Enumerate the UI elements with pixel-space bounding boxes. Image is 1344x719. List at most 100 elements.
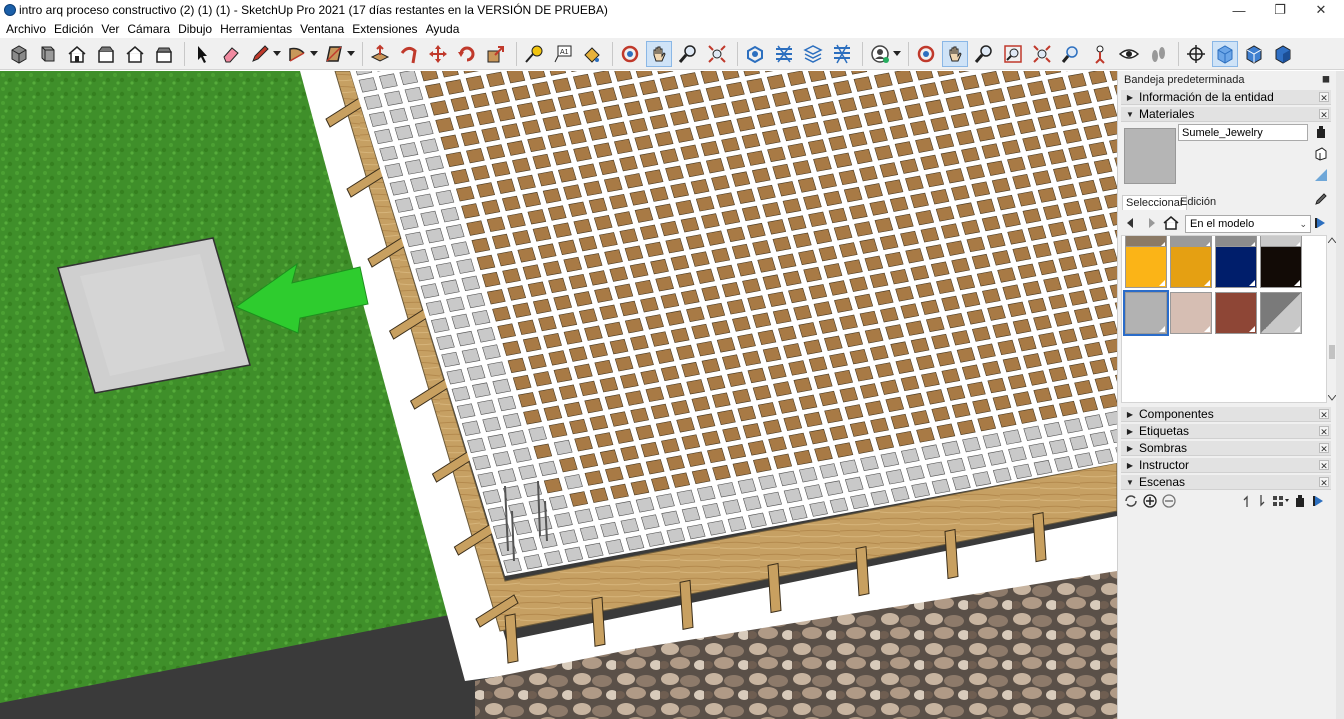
zoom2-icon[interactable] xyxy=(971,41,997,67)
select-icon[interactable] xyxy=(189,41,215,67)
section-scenes[interactable]: ▼ Escenas ✕ xyxy=(1121,475,1331,490)
section-instructor[interactable]: ▶ Instructor ✕ xyxy=(1121,458,1331,473)
create-material-icon[interactable] xyxy=(1314,147,1328,161)
iso-view-icon[interactable] xyxy=(6,41,32,67)
menu-camara[interactable]: Cámara xyxy=(123,20,174,38)
arc-dropdown-icon[interactable] xyxy=(310,41,318,67)
forward-arrow-icon[interactable] xyxy=(1144,216,1158,230)
scroll-thumb[interactable] xyxy=(1329,345,1335,359)
right-view-icon[interactable] xyxy=(122,41,148,67)
material-swatch[interactable] xyxy=(1125,246,1167,288)
menu-ver[interactable]: Ver xyxy=(97,20,123,38)
minimize-button[interactable]: — xyxy=(1216,0,1262,20)
zoom-icon[interactable] xyxy=(675,41,701,67)
top-view-icon[interactable] xyxy=(35,41,61,67)
menu-extensiones[interactable]: Extensiones xyxy=(348,20,421,38)
orbit-icon[interactable] xyxy=(617,41,643,67)
intersect-icon[interactable] xyxy=(771,41,797,67)
rectangle-dropdown-icon[interactable] xyxy=(347,41,355,67)
move-down-icon[interactable] xyxy=(1256,494,1266,508)
text-icon[interactable]: A1 xyxy=(550,41,576,67)
pan-icon[interactable] xyxy=(646,40,672,67)
rectangle-icon[interactable] xyxy=(321,41,347,67)
material-options-icon[interactable] xyxy=(1314,125,1328,139)
close-icon[interactable]: ✕ xyxy=(1319,460,1329,471)
material-name-field[interactable]: Sumele_Jewelry xyxy=(1178,124,1308,141)
menu-herramientas[interactable]: Herramientas xyxy=(216,20,296,38)
close-icon[interactable]: ✕ xyxy=(1319,426,1329,437)
view-options-icon[interactable] xyxy=(1272,494,1290,508)
scene-details-icon[interactable] xyxy=(1294,494,1306,508)
outer-shell-icon[interactable] xyxy=(742,41,768,67)
paint-bucket-icon[interactable] xyxy=(579,41,605,67)
home-view-icon[interactable] xyxy=(64,41,90,67)
xray-icon[interactable] xyxy=(1212,40,1238,67)
tab-edit[interactable]: Edición xyxy=(1177,195,1219,209)
tape-measure-icon[interactable] xyxy=(521,41,547,67)
maximize-button[interactable]: ❐ xyxy=(1257,0,1303,20)
move-icon[interactable] xyxy=(425,41,451,67)
default-material-icon[interactable] xyxy=(1314,168,1328,182)
arc-icon[interactable] xyxy=(284,41,310,67)
menu-archivo[interactable]: Archivo xyxy=(2,20,50,38)
section-plane-icon[interactable] xyxy=(1183,41,1209,67)
scale-icon[interactable] xyxy=(483,41,509,67)
eraser-icon[interactable] xyxy=(218,41,244,67)
user-icon[interactable] xyxy=(867,41,893,67)
scroll-down-icon[interactable] xyxy=(1328,395,1336,401)
material-swatch[interactable] xyxy=(1215,292,1257,334)
back-edges-icon[interactable] xyxy=(1241,41,1267,67)
wireframe-icon[interactable] xyxy=(1270,41,1296,67)
look-around-icon[interactable] xyxy=(1116,41,1142,67)
close-button[interactable]: ✕ xyxy=(1298,0,1344,20)
move-up-icon[interactable] xyxy=(1242,494,1252,508)
close-icon[interactable]: ✕ xyxy=(1319,409,1329,420)
home-icon[interactable] xyxy=(1163,216,1179,230)
walk-icon[interactable] xyxy=(1145,41,1171,67)
previous-view-icon[interactable] xyxy=(1058,41,1084,67)
scroll-up-icon[interactable] xyxy=(1328,237,1336,243)
details-arrow-icon[interactable] xyxy=(1314,216,1328,230)
close-icon[interactable]: ✕ xyxy=(1319,443,1329,454)
position-camera-icon[interactable] xyxy=(1087,41,1113,67)
collection-dropdown[interactable]: En el modelo ⌄ xyxy=(1185,215,1311,233)
zoom-extents2-icon[interactable] xyxy=(1029,41,1055,67)
pin-icon[interactable]: ◼ xyxy=(1322,74,1330,85)
menu-ayuda[interactable]: Ayuda xyxy=(422,20,464,38)
material-swatch[interactable] xyxy=(1123,290,1169,336)
close-icon[interactable]: ✕ xyxy=(1319,92,1329,103)
material-swatch[interactable] xyxy=(1170,292,1212,334)
refresh-icon[interactable] xyxy=(1124,494,1138,508)
user-dropdown-icon[interactable] xyxy=(893,41,901,67)
zoom-window-icon[interactable] xyxy=(1000,41,1026,67)
tray-scrollbar[interactable] xyxy=(1336,71,1344,719)
material-swatch[interactable] xyxy=(1260,246,1302,288)
3d-viewport[interactable] xyxy=(0,71,1117,719)
material-swatch[interactable] xyxy=(1260,292,1302,334)
push-pull-icon[interactable] xyxy=(367,41,393,67)
rotate-icon[interactable] xyxy=(454,41,480,67)
menu-edicion[interactable]: Edición xyxy=(50,20,97,38)
back-view-icon[interactable] xyxy=(151,41,177,67)
section-tags[interactable]: ▶ Etiquetas ✕ xyxy=(1121,424,1331,439)
section-entity-info[interactable]: ▶ Información de la entidad ✕ xyxy=(1121,90,1331,105)
section-components[interactable]: ▶ Componentes ✕ xyxy=(1121,407,1331,422)
section-materials[interactable]: ▼ Materiales ✕ xyxy=(1121,107,1331,122)
menu-ventana[interactable]: Ventana xyxy=(296,20,348,38)
sample-paint-icon[interactable] xyxy=(1314,192,1328,206)
close-icon[interactable]: ✕ xyxy=(1319,109,1329,120)
pencil-icon[interactable] xyxy=(247,41,273,67)
add-scene-icon[interactable] xyxy=(1143,494,1157,508)
remove-scene-icon[interactable] xyxy=(1162,494,1176,508)
pencil-dropdown-icon[interactable] xyxy=(273,41,281,67)
zoom-extents-icon[interactable] xyxy=(704,41,730,67)
pan2-icon[interactable] xyxy=(942,40,968,67)
material-swatch[interactable] xyxy=(1170,246,1212,288)
subtract-icon[interactable] xyxy=(829,41,855,67)
follow-me-icon[interactable] xyxy=(396,41,422,67)
orbit2-icon[interactable] xyxy=(913,41,939,67)
back-arrow-icon[interactable] xyxy=(1124,216,1138,230)
scene-arrow-icon[interactable] xyxy=(1312,494,1326,508)
close-icon[interactable]: ✕ xyxy=(1319,477,1329,488)
scene-canvas[interactable] xyxy=(0,71,1117,719)
